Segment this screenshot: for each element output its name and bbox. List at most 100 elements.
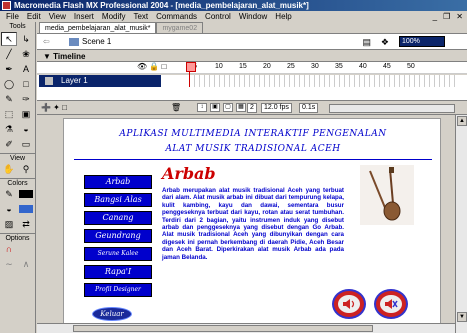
rectangle-tool-icon[interactable]: □: [18, 77, 34, 91]
edit-symbols-icon[interactable]: ❖: [381, 37, 389, 48]
onion-skin-icon[interactable]: ▣: [210, 103, 220, 112]
restore-button[interactable]: ❐: [441, 11, 452, 22]
fill-transform-tool-icon[interactable]: ▣: [18, 107, 34, 121]
stage-title-line1: APLIKASI MULTIMEDIA INTERAKTIF PENGENALA…: [119, 129, 387, 139]
timeline-scrollbar[interactable]: [329, 104, 455, 113]
flash-app-icon: [2, 1, 11, 10]
delete-layer-icon[interactable]: 🗑: [171, 103, 181, 112]
hand-tool-icon[interactable]: ✋: [1, 162, 17, 176]
minimize-button[interactable]: _: [431, 11, 439, 22]
menu-window[interactable]: Window: [235, 11, 271, 22]
frame-number: 45: [383, 63, 391, 70]
tools-panel: Tools ↖ ↳ ╱ ❀ ✒ A ◯ □ ✎ ✑ ⬚ ▣ ⚗ ◒ ✐ ▭ Vi…: [0, 22, 36, 333]
oval-tool-icon[interactable]: ◯: [1, 77, 17, 91]
canang-button[interactable]: Canang: [84, 211, 152, 225]
line-tool-icon[interactable]: ╱: [1, 47, 17, 61]
menu-view[interactable]: View: [45, 11, 70, 22]
menu-control[interactable]: Control: [201, 11, 235, 22]
straighten-option-icon[interactable]: ∧: [18, 257, 34, 271]
onion-outline-icon[interactable]: ▢: [223, 103, 233, 112]
menu-file[interactable]: File: [2, 11, 23, 22]
edit-scene-icon[interactable]: ▤: [362, 37, 371, 48]
pen-tool-icon[interactable]: ✒: [1, 62, 17, 76]
menu-edit[interactable]: Edit: [23, 11, 45, 22]
stage-vertical-scrollbar[interactable]: ▲ ▼: [455, 115, 467, 333]
timeline-header[interactable]: ▼ Timeline: [37, 51, 467, 62]
arbab-button[interactable]: Arbab: [84, 175, 152, 189]
frame-number: 15: [239, 63, 247, 70]
options-label: Options: [0, 233, 35, 242]
snap-magnet-icon[interactable]: ∩: [1, 242, 17, 256]
geundrang-button[interactable]: Geundrang: [84, 229, 152, 243]
tools-header: Tools: [9, 23, 26, 30]
timeline-ruler[interactable]: 👁 🔒 □ 5 10 15 20 25 30 35 40 45 50: [37, 62, 467, 74]
brush-tool-icon[interactable]: ✑: [18, 92, 34, 106]
edit-multiple-icon[interactable]: ▦: [236, 103, 246, 112]
frame-number: 50: [407, 63, 415, 70]
default-colors-icon[interactable]: ▨: [1, 217, 17, 231]
timeline-layer-row[interactable]: Layer 1: [37, 75, 467, 87]
pencil-tool-icon[interactable]: ✎: [1, 92, 17, 106]
layer-toggle-icons[interactable]: 👁 🔒 □: [137, 62, 166, 71]
frame-number: 25: [287, 63, 295, 70]
layer-1[interactable]: Layer 1: [39, 75, 161, 87]
menu-modify[interactable]: Modify: [98, 11, 130, 22]
frame-number: 20: [263, 63, 271, 70]
stage[interactable]: APLIKASI MULTIMEDIA INTERAKTIF PENGENALA…: [63, 118, 441, 332]
edit-bar: ⇦ Scene 1 ▤ ❖ 100%: [37, 34, 467, 50]
tab-mygame02[interactable]: mygame02: [156, 22, 204, 33]
document-window: media_pembelajaran_alat_musik* mygame02 …: [37, 22, 467, 333]
ink-bottle-tool-icon[interactable]: ⚗: [1, 122, 17, 136]
onion-skin-controls: ↕ ▣ ▢ ▦: [197, 103, 246, 112]
tab-media-pembelajaran[interactable]: media_pembelajaran_alat_musik*: [39, 22, 157, 33]
zoom-tool-icon[interactable]: ⚲: [18, 162, 34, 176]
fill-color-swatch[interactable]: [18, 202, 34, 216]
stroke-color-swatch[interactable]: [18, 187, 34, 201]
arrow-tool-icon[interactable]: ↖: [1, 32, 17, 46]
frame-rate[interactable]: 12.0 fps: [261, 103, 292, 113]
stop-sound-button[interactable]: [374, 289, 408, 319]
playhead[interactable]: [186, 62, 196, 88]
free-transform-tool-icon[interactable]: ⬚: [1, 107, 17, 121]
elapsed-time: 0.1s: [299, 103, 319, 113]
frame-number: 30: [311, 63, 319, 70]
serune-kalee-button[interactable]: Serune Kalee: [84, 247, 152, 261]
center-frame-icon[interactable]: ↕: [197, 103, 207, 112]
menu-help[interactable]: Help: [271, 11, 295, 22]
bangsi-alas-button[interactable]: Bangsi Alas: [84, 193, 152, 207]
fill-color-icon[interactable]: ◒: [1, 202, 17, 216]
eyedropper-tool-icon[interactable]: ✐: [1, 137, 17, 151]
mute-speaker-icon: [380, 295, 402, 313]
paint-bucket-tool-icon[interactable]: ◒: [18, 122, 34, 136]
smooth-option-icon[interactable]: ∼: [1, 257, 17, 271]
rapai-button[interactable]: Rapa'I: [84, 265, 152, 279]
window-controls: _ ❐ ✕: [431, 11, 465, 22]
profil-designer-button[interactable]: Profil Designer: [84, 283, 152, 297]
view-label: View: [0, 153, 35, 162]
window-title-bar: Macromedia Flash MX Professional 2004 - …: [0, 0, 467, 11]
zoom-field[interactable]: 100%: [399, 36, 445, 47]
back-arrow-icon[interactable]: ⇦: [43, 37, 53, 46]
layer-name-label: Layer 1: [61, 76, 88, 85]
play-sound-button[interactable]: [332, 289, 366, 319]
swap-colors-icon[interactable]: ⇄: [18, 217, 34, 231]
add-layer-icon[interactable]: ➕ ✦ □: [41, 103, 67, 112]
menu-bar: File Edit View Insert Modify Text Comman…: [0, 11, 467, 22]
lasso-tool-icon[interactable]: ❀: [18, 47, 34, 61]
scene-breadcrumb[interactable]: Scene 1: [69, 37, 111, 46]
menu-text[interactable]: Text: [129, 11, 152, 22]
scroll-up-icon[interactable]: ▲: [457, 116, 467, 126]
menu-commands[interactable]: Commands: [152, 11, 201, 22]
exit-button[interactable]: Keluar: [92, 307, 132, 321]
frame-cells[interactable]: [185, 75, 455, 87]
scroll-down-icon[interactable]: ▼: [457, 312, 467, 322]
close-button[interactable]: ✕: [454, 11, 465, 22]
menu-insert[interactable]: Insert: [70, 11, 98, 22]
eraser-tool-icon[interactable]: ▭: [18, 137, 34, 151]
subselect-tool-icon[interactable]: ↳: [18, 32, 34, 46]
stage-horizontal-scrollbar[interactable]: [37, 323, 455, 333]
stroke-color-icon[interactable]: ✎: [1, 187, 17, 201]
text-tool-icon[interactable]: A: [18, 62, 34, 76]
window-title: Macromedia Flash MX Professional 2004 - …: [14, 1, 309, 10]
scroll-thumb[interactable]: [73, 325, 373, 332]
